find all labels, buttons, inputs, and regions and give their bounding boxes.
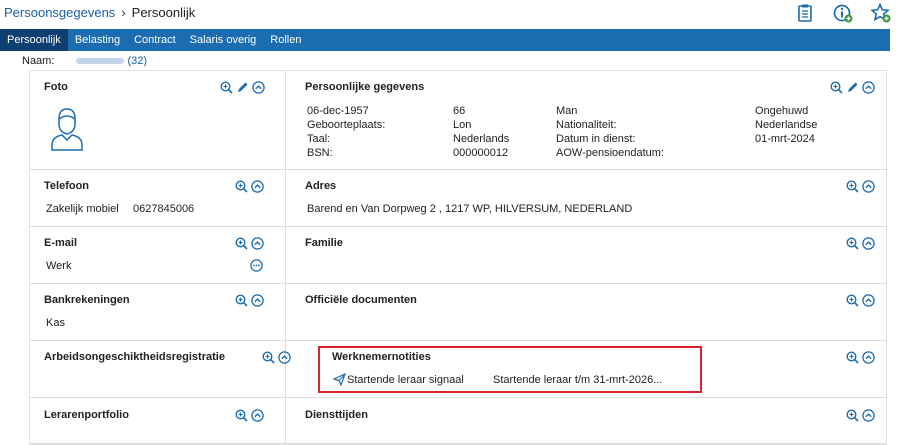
breadcrumb-separator: › xyxy=(121,5,126,20)
zoom-in-icon[interactable] xyxy=(220,81,233,94)
aow-date-label: AOW-pensioendatum: xyxy=(556,147,665,159)
edit-pencil-icon[interactable] xyxy=(236,81,249,94)
row-bank-officiele: Bankrekeningen Kas Officiële documenten xyxy=(30,283,886,341)
email-title: E-mail xyxy=(44,237,78,249)
breadcrumb-parent-link[interactable]: Persoonsgegevens xyxy=(4,5,115,20)
breadcrumb: Persoonsgegevens › Persoonlijk xyxy=(4,5,195,20)
language-label: Taal: xyxy=(307,133,331,145)
persoonlijke-title: Persoonlijke gegevens xyxy=(305,81,425,93)
zoom-in-icon[interactable] xyxy=(235,294,248,307)
nationality-label: Nationaliteit: xyxy=(556,119,617,131)
birthplace-value: Lon xyxy=(453,119,472,131)
star-add-icon[interactable] xyxy=(870,2,891,23)
naam-value-link[interactable]: (32) xyxy=(76,55,147,67)
zoom-in-icon[interactable] xyxy=(846,237,859,250)
bank-actions xyxy=(235,294,264,307)
birthplace-label: Geboorteplaats: xyxy=(307,119,386,131)
zoom-in-icon[interactable] xyxy=(262,351,275,364)
gender-value: Man xyxy=(556,105,578,117)
email-type: Werk xyxy=(46,260,72,272)
info-add-icon[interactable] xyxy=(833,3,853,23)
clipboard-icon[interactable] xyxy=(795,3,815,23)
bank-title: Bankrekeningen xyxy=(44,294,130,306)
collapse-icon[interactable] xyxy=(862,351,875,364)
collapse-icon[interactable] xyxy=(862,180,875,193)
collapse-icon[interactable] xyxy=(862,81,875,94)
start-date-value: 01-mrt-2024 xyxy=(755,133,815,145)
portfolio-title: Lerarenportfolio xyxy=(44,409,129,421)
content-panel: Foto Persoonlijke gegevens 06-dec-1957 G… xyxy=(29,70,887,445)
row-foto-persoonlijk: Foto Persoonlijke gegevens 06-dec-1957 G… xyxy=(30,71,886,170)
telefoon-type: Zakelijk mobiel xyxy=(46,203,119,215)
nationality-value: Nederlandse xyxy=(755,119,818,131)
collapse-icon[interactable] xyxy=(252,81,265,94)
zoom-in-icon[interactable] xyxy=(846,180,859,193)
age-value: 66 xyxy=(453,105,466,117)
adres-value: Barend en Van Dorpweg 2 , 1217 WP, HILVE… xyxy=(307,203,633,215)
collapse-icon[interactable] xyxy=(251,294,264,307)
arbeids-actions xyxy=(262,351,291,364)
zoom-in-icon[interactable] xyxy=(235,409,248,422)
portfolio-actions xyxy=(235,409,264,422)
top-actions xyxy=(795,2,891,23)
language-value: Nederlands xyxy=(453,133,510,145)
collapse-icon[interactable] xyxy=(862,409,875,422)
diensttijden-actions xyxy=(846,409,875,422)
collapse-icon[interactable] xyxy=(862,294,875,307)
tab-salaris-overig[interactable]: Salaris overig xyxy=(183,29,264,51)
collapse-icon[interactable] xyxy=(862,237,875,250)
collapse-icon[interactable] xyxy=(278,351,291,364)
bsn-label: BSN: xyxy=(307,147,333,159)
foto-title: Foto xyxy=(44,81,68,93)
collapse-icon[interactable] xyxy=(251,409,264,422)
birth-date: 06-dec-1957 xyxy=(307,105,369,117)
naam-count: (32) xyxy=(127,55,148,67)
employee-name: Naam: (32) xyxy=(22,55,147,67)
foto-actions xyxy=(220,81,265,94)
telefoon-title: Telefoon xyxy=(44,180,90,192)
telefoon-actions xyxy=(235,180,264,193)
tab-bar: Persoonlijk Belasting Contract Salaris o… xyxy=(0,29,890,51)
zoom-in-icon[interactable] xyxy=(846,351,859,364)
start-date-label: Datum in dienst: xyxy=(556,133,636,145)
redacted-name xyxy=(76,58,125,65)
diensttijden-title: Diensttijden xyxy=(305,409,368,421)
arbeids-title: Arbeidsongeschiktheidsregistratie xyxy=(44,351,225,363)
telefoon-number: 0627845006 xyxy=(133,203,195,215)
familie-title: Familie xyxy=(305,237,343,249)
more-options-icon[interactable] xyxy=(250,259,263,272)
notities-actions xyxy=(846,351,875,364)
top-bar: Persoonsgegevens › Persoonlijk xyxy=(0,0,905,27)
highlight-box xyxy=(318,346,702,393)
officiele-actions xyxy=(846,294,875,307)
adres-actions xyxy=(846,180,875,193)
tab-rollen[interactable]: Rollen xyxy=(263,29,308,51)
zoom-in-icon[interactable] xyxy=(846,294,859,307)
adres-title: Adres xyxy=(305,180,337,192)
row-portfolio-diensttijden: Lerarenportfolio Diensttijden xyxy=(30,397,886,444)
tab-contract[interactable]: Contract xyxy=(127,29,183,51)
bank-value: Kas xyxy=(46,317,65,329)
collapse-icon[interactable] xyxy=(251,237,264,250)
row-telefoon-adres: Telefoon Zakelijk mobiel 0627845006 Adre… xyxy=(30,169,886,227)
officiele-title: Officiële documenten xyxy=(305,294,417,306)
naam-label: Naam: xyxy=(22,55,55,67)
persoonlijke-actions xyxy=(830,81,875,94)
zoom-in-icon[interactable] xyxy=(235,237,248,250)
email-actions xyxy=(235,237,264,250)
zoom-in-icon[interactable] xyxy=(846,409,859,422)
tab-belasting[interactable]: Belasting xyxy=(68,29,127,51)
bsn-value: 000000012 xyxy=(453,147,509,159)
row-email-familie: E-mail Werk Familie xyxy=(30,226,886,284)
marital-status-value: Ongehuwd xyxy=(755,105,809,117)
person-avatar-icon xyxy=(51,108,83,151)
edit-pencil-icon[interactable] xyxy=(846,81,859,94)
zoom-in-icon[interactable] xyxy=(235,180,248,193)
zoom-in-icon[interactable] xyxy=(830,81,843,94)
familie-actions xyxy=(846,237,875,250)
tab-persoonlijk[interactable]: Persoonlijk xyxy=(0,29,68,51)
breadcrumb-current: Persoonlijk xyxy=(131,5,196,20)
collapse-icon[interactable] xyxy=(251,180,264,193)
